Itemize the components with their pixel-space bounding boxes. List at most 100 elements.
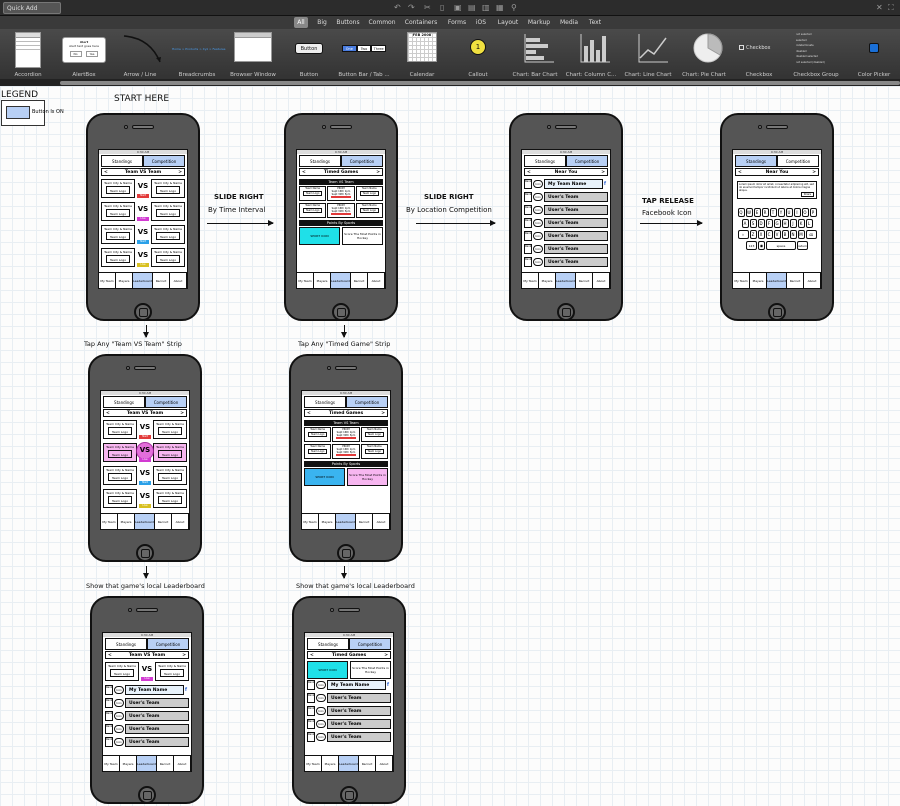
- key-l[interactable]: L: [805, 219, 813, 228]
- tab-players[interactable]: Players: [120, 756, 138, 771]
- home-button[interactable]: [332, 303, 350, 321]
- search-icon[interactable]: ⚲: [511, 3, 517, 13]
- key-q[interactable]: Q: [737, 208, 745, 217]
- nav-prev-button[interactable]: <: [104, 170, 108, 175]
- lib-breadcrumbs[interactable]: Home > Products > Xyz > Features Breadcr…: [172, 29, 225, 80]
- seg-standings[interactable]: Standings: [524, 155, 566, 167]
- redo-icon[interactable]: ↷: [408, 3, 415, 13]
- key-numbers[interactable]: 123: [746, 241, 757, 250]
- key-y[interactable]: Y: [777, 208, 785, 217]
- leaderboard-my-row[interactable]: Rank Icon My Team Name f: [105, 684, 189, 695]
- lib-bar-chart[interactable]: Chart: Bar Chart: [510, 29, 560, 80]
- timed-game-strip[interactable]: Team Name Team Logo PROM Sept 16th 1pm Sept …: [299, 203, 383, 218]
- leaderboard-row[interactable]: Rank Icon User's Team: [105, 697, 189, 708]
- tab-about[interactable]: About: [376, 756, 393, 771]
- tab-about[interactable]: About: [593, 273, 610, 288]
- seg-competition[interactable]: Competition: [143, 155, 185, 167]
- key-v[interactable]: V: [773, 230, 781, 239]
- seg-standings[interactable]: Standings: [103, 396, 145, 408]
- tab-recruit[interactable]: Recruit: [358, 756, 376, 771]
- nav-prev-button[interactable]: <: [527, 170, 531, 175]
- tab-leaderboard[interactable]: Leaderboard: [767, 273, 787, 288]
- message-input[interactable]: Lorem ipsum dolor sit amet, consectetur …: [737, 181, 817, 199]
- lib-column-chart[interactable]: Chart: Column C...: [566, 29, 616, 80]
- leaderboard-row[interactable]: Rank Icon User's Team: [307, 731, 391, 742]
- timed-game-strip[interactable]: Team Name Team Logo PROM Sept 16th 1pm Sept …: [304, 427, 388, 442]
- sport-strip[interactable]: SPORT ICON Score The Most Points in Hocke…: [299, 227, 383, 245]
- tab-leaderboard[interactable]: Leaderboard: [135, 514, 155, 529]
- tab-recruit[interactable]: Recruit: [156, 756, 174, 771]
- lib-pie-chart[interactable]: Chart: Pie Chart: [680, 29, 728, 80]
- seg-standings[interactable]: Standings: [304, 396, 346, 408]
- leaderboard-row[interactable]: Rank Icon User's Team: [524, 191, 608, 202]
- tab-my-team[interactable]: My Team: [297, 273, 315, 288]
- tab-forms[interactable]: Forms: [446, 17, 468, 28]
- nav-prev-button[interactable]: <: [738, 170, 742, 175]
- nav-prev-button[interactable]: <: [108, 653, 112, 658]
- key-return[interactable]: return: [797, 241, 808, 250]
- lib-checkbox[interactable]: Checkbox Checkbox: [736, 29, 782, 80]
- key-a[interactable]: A: [741, 219, 749, 228]
- leaderboard-row[interactable]: Rank Icon User's Team: [105, 723, 189, 734]
- lib-line-chart[interactable]: Chart: Line Chart: [622, 29, 674, 80]
- tab-about[interactable]: About: [373, 514, 390, 529]
- facebook-icon[interactable]: f: [604, 181, 608, 187]
- tab-recruit[interactable]: Recruit: [786, 273, 804, 288]
- lib-alertbox[interactable]: Alert Alert text goes here No Yes AlertBo…: [60, 29, 108, 80]
- lib-arrow-line[interactable]: Arrow / Line: [114, 29, 166, 80]
- lock-icon[interactable]: ▣: [454, 3, 462, 13]
- timed-game-strip[interactable]: Team Name Team Logo PROM Sept 16th 1pm Sept …: [299, 186, 383, 201]
- tab-about[interactable]: About: [170, 273, 187, 288]
- tab-about[interactable]: About: [368, 273, 385, 288]
- timed-game-strip[interactable]: Team Name Team Logo PROM Sept 16th 1pm Sept …: [304, 444, 388, 459]
- nav-prev-button[interactable]: <: [106, 411, 110, 416]
- seg-standings[interactable]: Standings: [101, 155, 143, 167]
- nav-next-button[interactable]: >: [381, 411, 385, 416]
- tab-players[interactable]: Players: [118, 514, 136, 529]
- vs-strip[interactable]: Team City & Name Team Logo VS Live Team City…: [103, 488, 187, 509]
- tab-ios[interactable]: iOS: [474, 17, 488, 28]
- vs-strip[interactable]: Team City & Name Team Logo VS Start Team Cit…: [103, 419, 187, 440]
- tab-recruit[interactable]: Recruit: [350, 273, 368, 288]
- scrollbar-thumb[interactable]: [60, 81, 900, 85]
- key-k[interactable]: K: [797, 219, 805, 228]
- tab-containers[interactable]: Containers: [404, 17, 438, 28]
- leaderboard-my-row[interactable]: Rank Icon My Team Name f: [307, 679, 391, 690]
- home-button[interactable]: [337, 544, 355, 562]
- facebook-icon[interactable]: f: [387, 682, 391, 688]
- key-o[interactable]: O: [801, 208, 809, 217]
- lib-browser-window[interactable]: Browser Window: [230, 29, 276, 80]
- tab-layout[interactable]: Layout: [496, 17, 520, 28]
- tab-players[interactable]: Players: [319, 514, 337, 529]
- nav-prev-button[interactable]: <: [302, 170, 306, 175]
- leaderboard-row[interactable]: Rank Icon User's Team: [524, 243, 608, 254]
- key-x[interactable]: X: [757, 230, 765, 239]
- tab-about[interactable]: About: [174, 756, 191, 771]
- nav-next-button[interactable]: >: [182, 653, 186, 658]
- leaderboard-row[interactable]: Rank Icon User's Team: [105, 710, 189, 721]
- tab-leaderboard[interactable]: Leaderboard: [336, 514, 356, 529]
- fullscreen-icon[interactable]: ⛶: [888, 3, 894, 13]
- lib-color-picker[interactable]: Color Picker: [852, 29, 896, 80]
- lib-callout[interactable]: 1 Callout: [458, 29, 498, 80]
- share-button[interactable]: Share: [800, 192, 814, 197]
- key-r[interactable]: R: [761, 208, 769, 217]
- vs-strip[interactable]: Team City & Name Team Logo VS Start Team Cit…: [101, 224, 185, 245]
- key-g[interactable]: G: [773, 219, 781, 228]
- tab-about[interactable]: About: [804, 273, 821, 288]
- key-n[interactable]: N: [789, 230, 797, 239]
- seg-standings[interactable]: Standings: [307, 638, 349, 650]
- key-shift[interactable]: ⇧: [737, 230, 749, 239]
- seg-competition[interactable]: Competition: [566, 155, 608, 167]
- key-d[interactable]: D: [757, 219, 765, 228]
- tab-my-team[interactable]: My Team: [103, 756, 121, 771]
- key-m[interactable]: M: [797, 230, 805, 239]
- tab-my-team[interactable]: My Team: [99, 273, 117, 288]
- lib-button-bar[interactable]: One Two Three Button Bar / Tab ...: [338, 29, 390, 80]
- lib-accordion[interactable]: Accordion: [4, 29, 52, 80]
- home-button[interactable]: [557, 303, 575, 321]
- undo-icon[interactable]: ↶: [394, 3, 401, 13]
- tab-players[interactable]: Players: [322, 756, 340, 771]
- quick-add-input[interactable]: Quick Add: [3, 2, 61, 14]
- nav-next-button[interactable]: >: [180, 411, 184, 416]
